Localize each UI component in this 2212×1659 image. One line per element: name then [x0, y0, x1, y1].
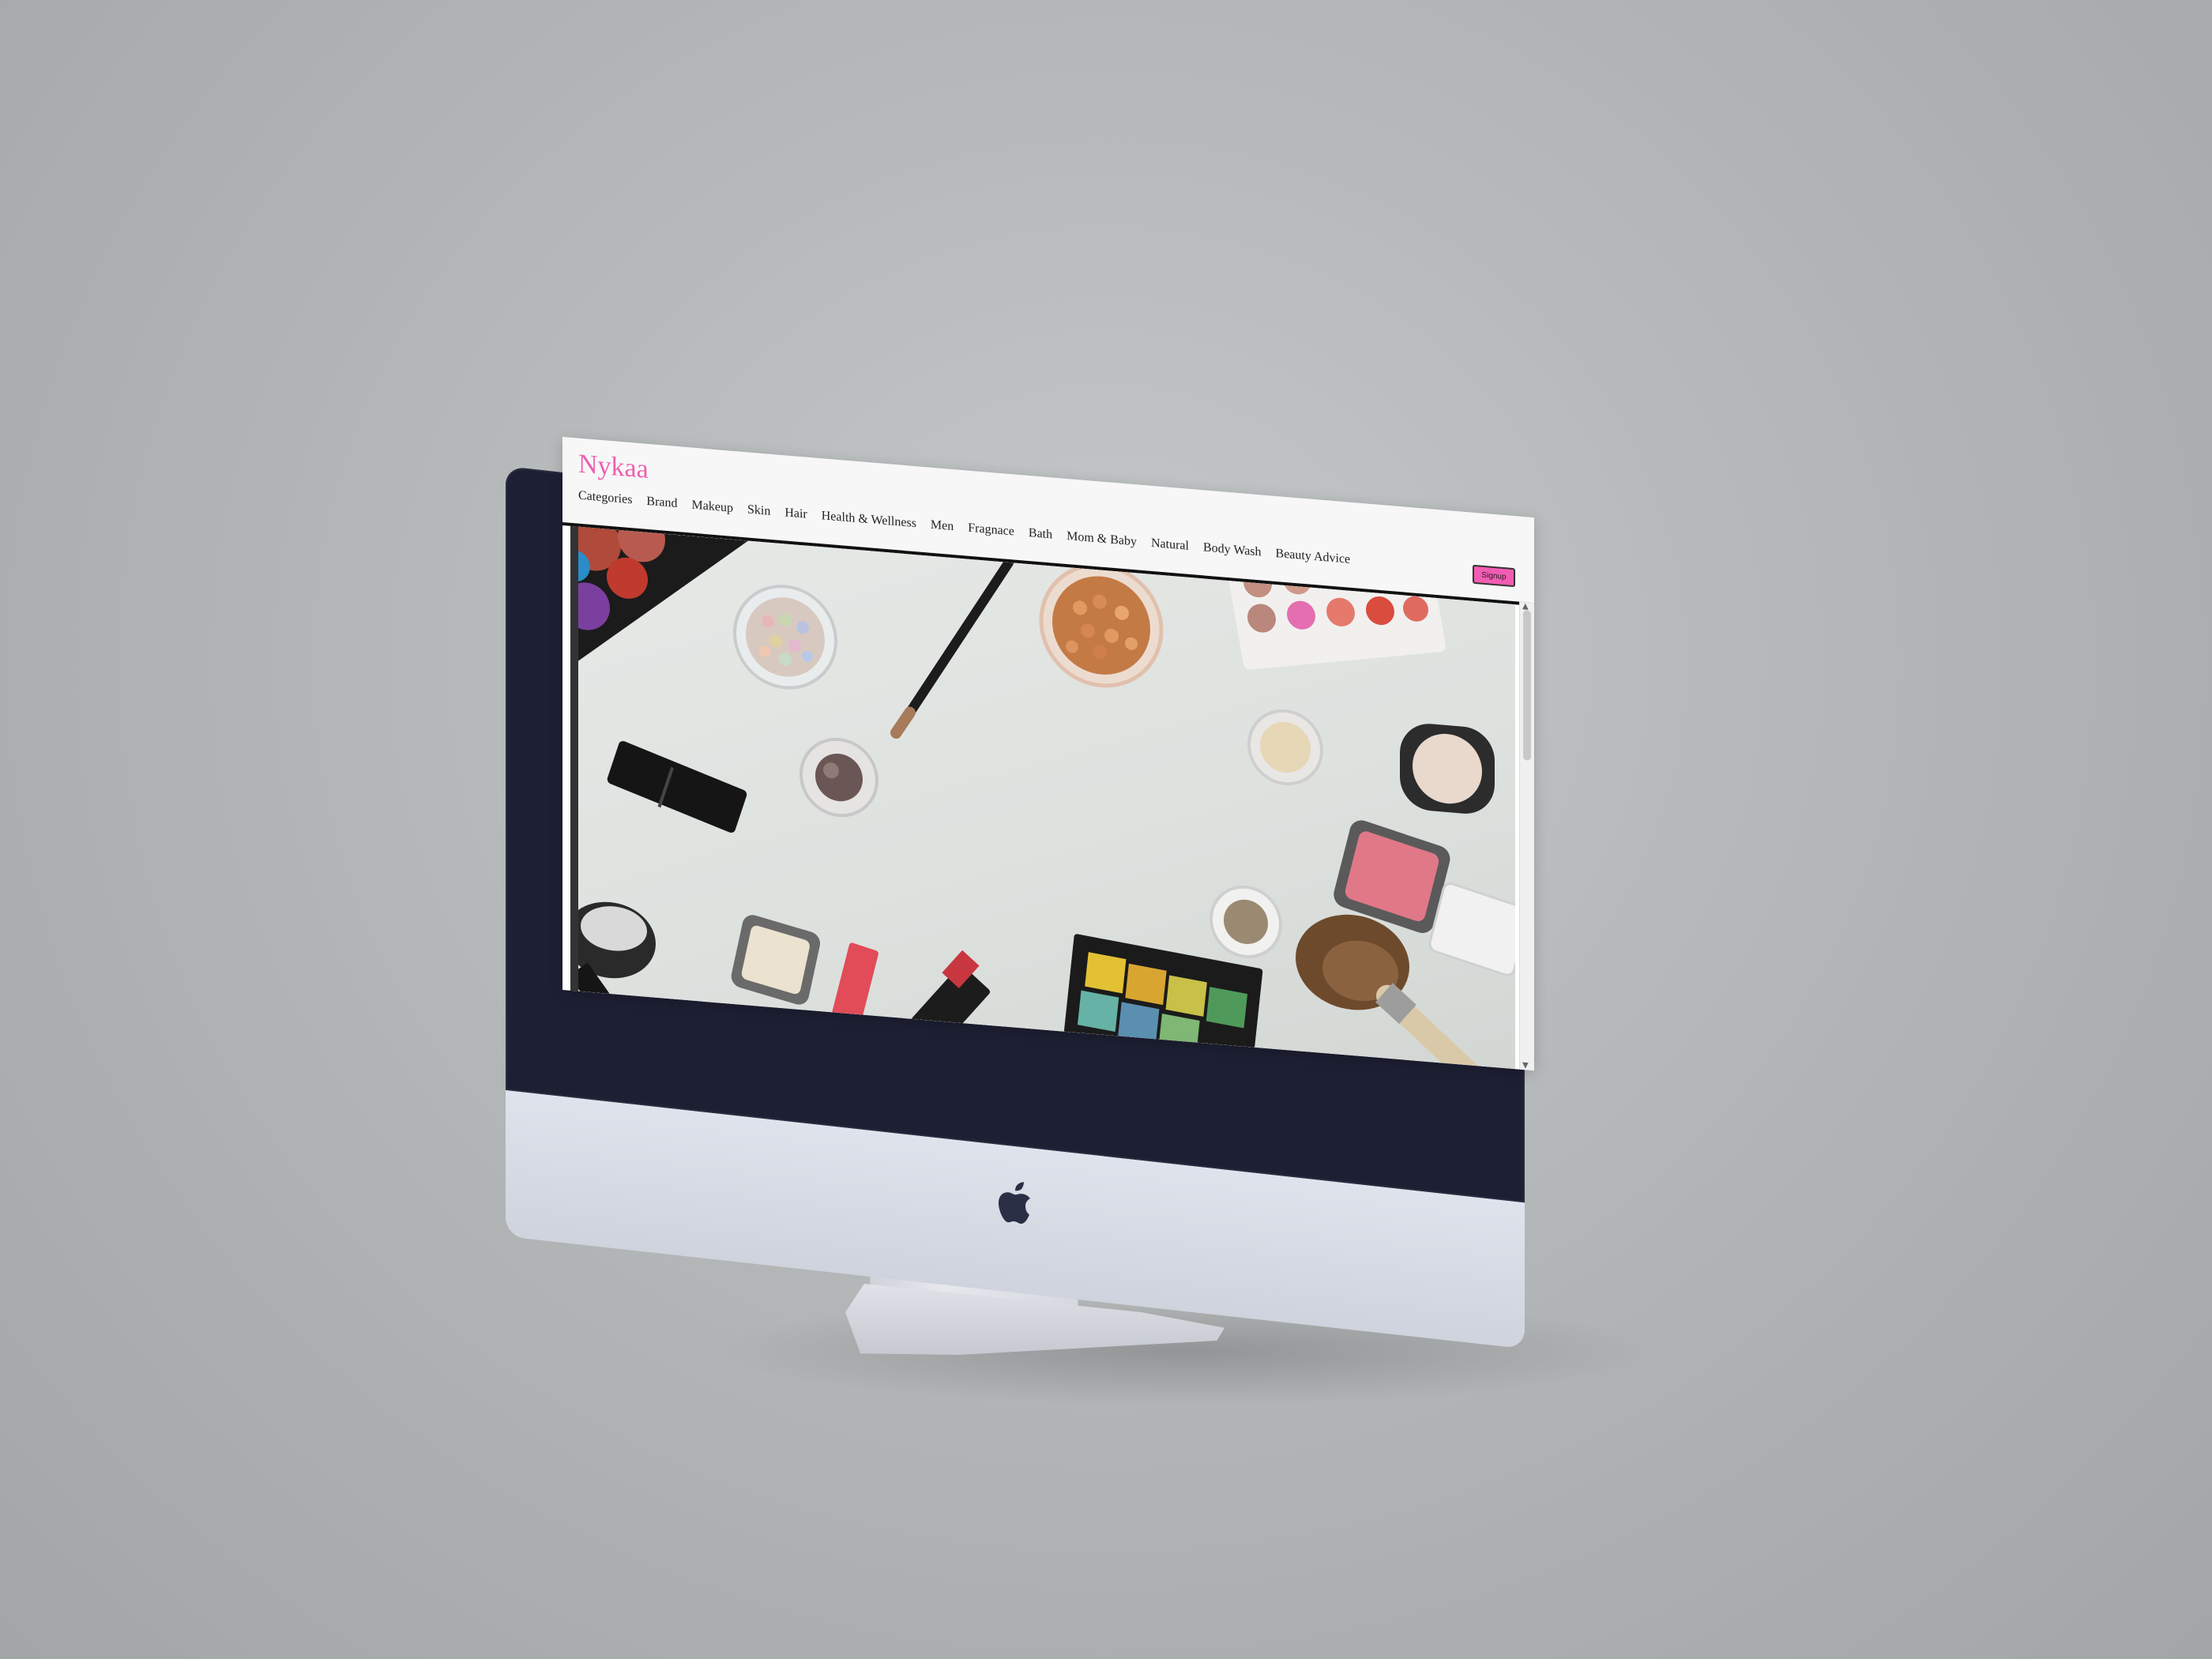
nav-item-fragnace[interactable]: Fragnace [968, 521, 1014, 540]
nav-item-men[interactable]: Men [931, 518, 954, 534]
nav-item-brand[interactable]: Brand [646, 495, 677, 511]
small-compact-bottom [731, 915, 821, 1005]
nav-item-bath[interactable]: Bath [1029, 526, 1052, 543]
thin-makeup-brush [890, 557, 1014, 739]
site-logo[interactable]: Nykaa [578, 450, 649, 485]
nav-item-skin[interactable]: Skin [747, 502, 770, 518]
black-lipstick [607, 741, 747, 833]
nav-item-beauty-advice[interactable]: Beauty Advice [1276, 547, 1351, 567]
makeup-flatlay-image [570, 525, 1515, 1070]
hero-banner-image [570, 525, 1515, 1070]
mockup-scene: Nykaa Categories Brand Makeup Skin Hair … [0, 0, 2212, 1659]
scrollbar-thumb[interactable] [1523, 610, 1531, 761]
nav-item-natural[interactable]: Natural [1151, 536, 1189, 554]
bronze-pearls-jar [1039, 562, 1164, 688]
eyeshadow-palette-topleft [570, 525, 748, 661]
compact-powder-right [1400, 724, 1495, 814]
signup-button[interactable]: Signup [1473, 564, 1515, 588]
nav-item-body-wash[interactable]: Body Wash [1203, 540, 1262, 559]
nav-item-health-wellness[interactable]: Health & Wellness [822, 509, 916, 531]
nav-item-hair[interactable]: Hair [784, 506, 807, 521]
pearl-balls-jar [733, 585, 837, 690]
apple-logo-icon [999, 1182, 1030, 1224]
brush-bottom-left [570, 901, 656, 1010]
scroll-down-arrow-icon[interactable]: ▼ [1522, 1061, 1529, 1070]
nav-item-mom-baby[interactable]: Mom & Baby [1066, 529, 1137, 549]
cream-pot [1209, 885, 1282, 959]
nav-item-makeup[interactable]: Makeup [692, 498, 733, 516]
highlighter-jar [1247, 709, 1323, 786]
dark-eyeshadow-pot [799, 737, 878, 818]
vertical-scrollbar[interactable]: ▲ ▼ [1519, 601, 1534, 1071]
website-screen: Nykaa Categories Brand Makeup Skin Hair … [562, 437, 1534, 1071]
nav-item-categories[interactable]: Categories [578, 489, 632, 508]
